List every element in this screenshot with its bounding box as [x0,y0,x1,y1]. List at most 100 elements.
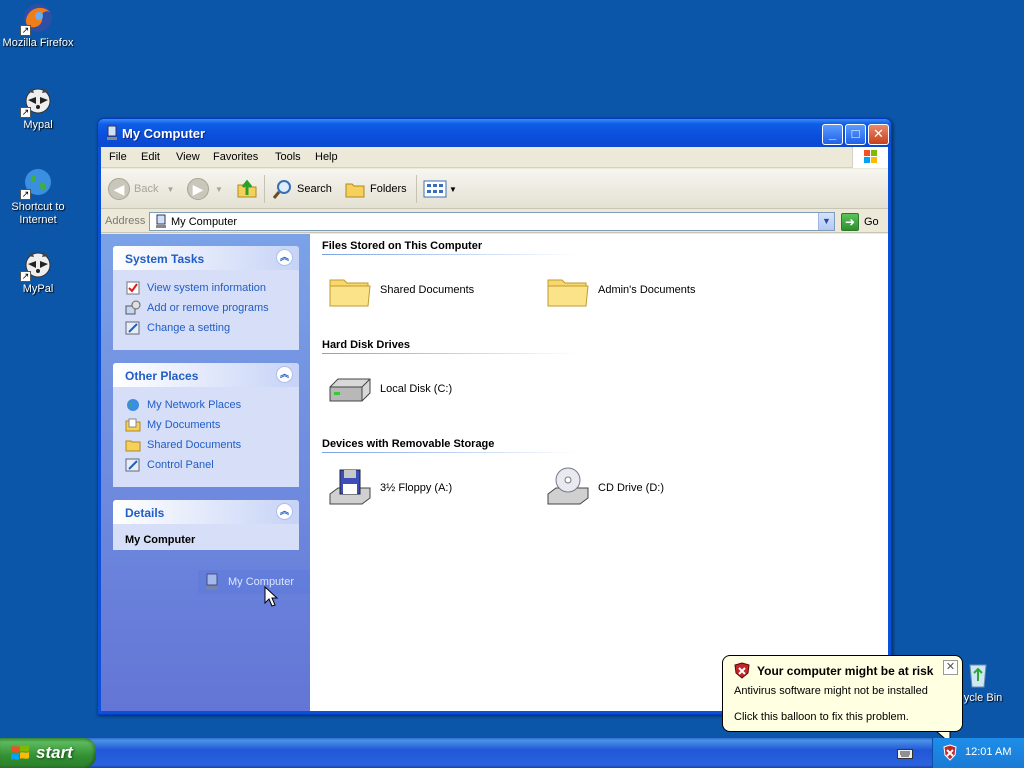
desktop-icon-label: MyPal [22,283,54,295]
desktop-icon-mypal[interactable]: ↗ Mypal [0,84,76,132]
keyboard-icon[interactable] [897,749,913,759]
menu-file[interactable]: File [109,151,127,163]
other-places-header[interactable]: Other Places ︽ [113,363,299,387]
window-body: File Edit View Favorites Tools Help ◀ Ba… [101,147,888,711]
link-change-setting[interactable]: Change a setting [125,318,299,338]
search-label: Search [297,183,332,195]
chevron-down-icon: ▼ [215,184,223,194]
item-label: 3½ Floppy (A:) [380,482,453,494]
task-pane: System Tasks ︽ View system information A… [101,234,374,711]
system-tasks-header[interactable]: System Tasks ︽ [113,246,299,270]
close-button[interactable]: ✕ [868,124,889,145]
up-folder-icon [237,179,257,198]
address-dropdown-button[interactable]: ▼ [818,213,834,230]
item-cd-drive-d[interactable]: CD Drive (D:) [544,464,664,512]
link-shared-documents[interactable]: Shared Documents [125,435,299,455]
clock[interactable]: 12:01 AM [965,746,1011,758]
go-button[interactable]: ➜ Go [841,212,879,231]
link-view-system-information[interactable]: View system information [125,278,299,298]
mypal-raccoon-icon: ↗ [20,84,54,118]
start-button[interactable]: start [0,738,96,768]
cd-drive-icon [547,467,589,505]
control-panel-icon [125,458,140,472]
toolbar: ◀ Back ▼ ▶ ▼ Search Folders ▼ [101,169,888,209]
security-shield-icon[interactable] [943,744,957,761]
add-remove-programs-icon [125,300,141,315]
network-places-icon [127,399,139,411]
go-label: Go [864,215,879,228]
link-label: My Network Places [147,399,242,411]
balloon-close-button[interactable]: ✕ [943,660,958,675]
menu-favorites[interactable]: Favorites [213,151,258,163]
forward-button[interactable]: ▶ ▼ [187,177,223,201]
taskbar: start 12:01 AM [0,738,1024,768]
desktop-icon-internet-shortcut[interactable]: ↗ Shortcut to Internet [0,166,76,227]
menu-view[interactable]: View [176,151,200,163]
details-title: Details [125,506,165,520]
link-my-network-places[interactable]: My Network Places [125,395,299,415]
collapse-chevron-icon[interactable]: ︽ [276,366,293,383]
balloon-instruction: Click this balloon to fix this problem. [734,711,909,723]
collapse-chevron-icon[interactable]: ︽ [276,503,293,520]
computer-icon [206,573,218,590]
item-floppy-a[interactable]: 3½ Floppy (A:) [326,464,452,512]
item-label: Admin's Documents [598,284,696,296]
balloon-title: Your computer might be at risk [757,664,934,678]
address-label: Address [105,215,146,227]
address-value: My Computer [171,216,238,228]
folder-icon [125,440,141,452]
other-places-title: Other Places [125,369,199,383]
item-admins-documents[interactable]: Admin's Documents [544,266,695,314]
item-shared-documents[interactable]: Shared Documents [326,266,474,314]
collapse-chevron-icon[interactable]: ︽ [276,249,293,266]
views-button[interactable]: ▼ [423,177,457,201]
menu-edit[interactable]: Edit [141,151,160,163]
mypal-raccoon-icon: ↗ [20,248,54,282]
address-input[interactable]: My Computer ▼ [149,212,835,231]
security-shield-icon [734,662,750,679]
back-button[interactable]: ◀ Back ▼ [108,177,174,201]
folders-icon [345,183,365,198]
desktop-icon-mypal-2[interactable]: ↗ MyPal [0,248,76,296]
folders-button[interactable]: Folders [344,177,407,201]
menu-help[interactable]: Help [315,151,338,163]
up-folder-button[interactable] [235,177,259,201]
system-tasks-panel: System Tasks ︽ View system information A… [113,246,299,350]
details-header[interactable]: Details ︽ [113,500,299,524]
windows-logo-icon [852,147,888,168]
link-add-remove-programs[interactable]: Add or remove programs [125,298,299,318]
forward-arrow-icon: ▶ [187,178,209,200]
desktop-icon-firefox[interactable]: ↗ Mozilla Firefox [0,2,76,50]
shortcut-arrow-icon: ↗ [20,189,31,200]
content-pane: Files Stored on This Computer Shared Doc… [310,234,888,711]
link-my-documents[interactable]: My Documents [125,415,299,435]
mouse-cursor-icon [264,586,278,607]
floppy-drive-icon [329,469,371,505]
maximize-button[interactable]: □ [845,124,866,145]
window-titlebar[interactable]: My Computer _ □ ✕ [98,119,891,147]
minimize-button[interactable]: _ [822,124,843,145]
firefox-icon: ↗ [20,2,54,36]
recycle-bin-icon [962,657,994,689]
item-local-disk-c[interactable]: Local Disk (C:) [326,365,452,413]
group-header-removable-storage: Devices with Removable Storage [322,438,578,453]
my-documents-icon [125,418,141,432]
security-alert-balloon[interactable]: Your computer might be at risk ✕ Antivir… [722,655,963,732]
control-panel-icon [125,321,140,335]
menu-tools[interactable]: Tools [275,151,301,163]
views-grid-icon [423,180,447,198]
go-arrow-icon: ➜ [841,212,859,231]
details-panel: Details ︽ My Computer [113,500,299,550]
window-title: My Computer [122,126,206,141]
system-tray: 12:01 AM [932,738,1024,768]
my-computer-window[interactable]: My Computer _ □ ✕ File Edit View Favorit… [97,118,892,715]
link-label: Control Panel [147,459,214,471]
folder-icon [547,279,589,307]
link-control-panel[interactable]: Control Panel [125,455,299,475]
search-button[interactable]: Search [271,177,332,201]
desktop-icon-label: Shortcut to Internet [11,201,65,226]
group-header-hard-disk-drives: Hard Disk Drives [322,339,578,354]
item-label: Shared Documents [380,284,475,296]
system-info-icon [126,281,140,295]
desktop-icon-label: Mozilla Firefox [2,37,74,49]
